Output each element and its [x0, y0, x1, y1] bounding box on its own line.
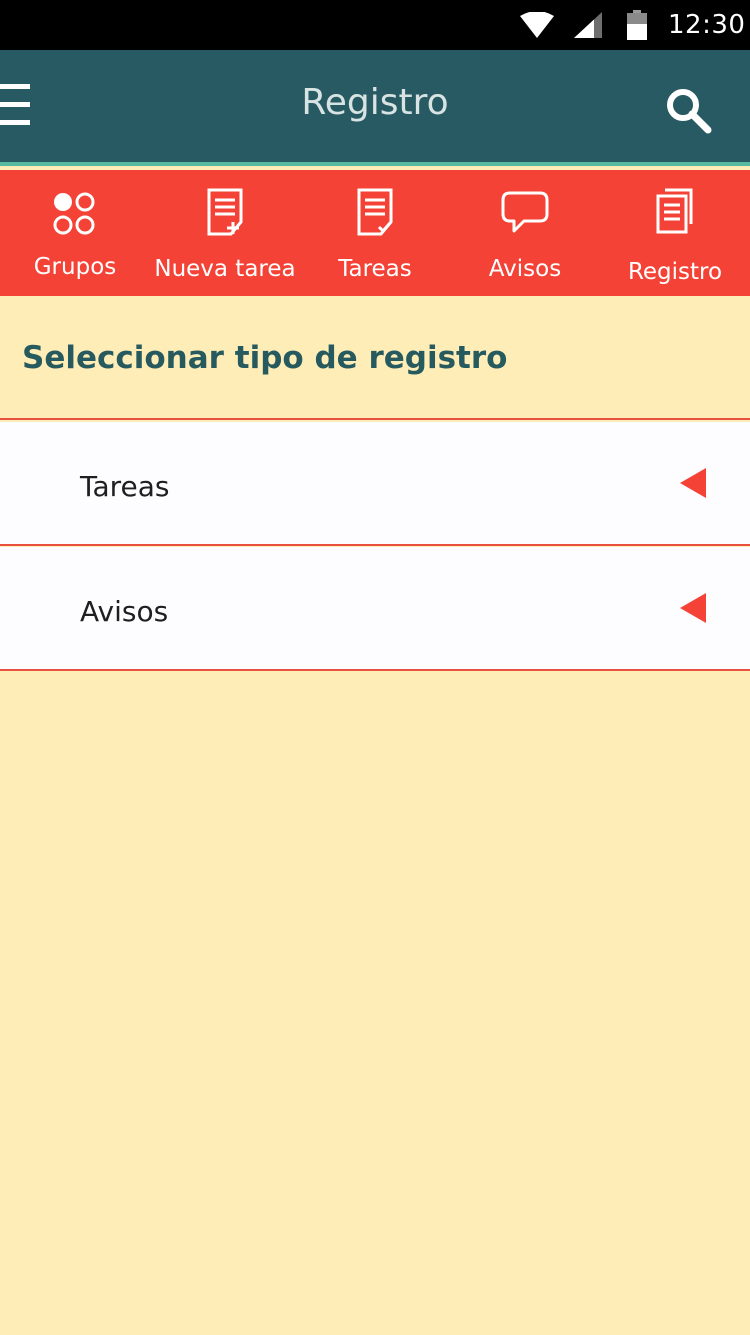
triangle-left-icon: [680, 593, 706, 623]
battery-icon: [627, 10, 647, 40]
groups-icon: [53, 192, 95, 235]
wifi-icon: [520, 12, 554, 38]
tab-label: Nueva tarea: [154, 256, 296, 282]
signal-icon: [574, 12, 602, 38]
tab-label: Grupos: [33, 254, 117, 280]
list-item-avisos[interactable]: Avisos: [0, 547, 750, 671]
chat-bubble-icon: [501, 191, 549, 233]
empty-content-area: [0, 671, 750, 1335]
tab-nueva-tarea[interactable]: Nueva tarea: [150, 170, 300, 296]
status-bar: 12:30: [0, 0, 750, 50]
new-task-icon: [207, 188, 243, 236]
tab-label: Tareas: [338, 256, 412, 282]
records-icon: [656, 188, 693, 234]
app-bar: Registro: [0, 50, 750, 166]
section-header: Seleccionar tipo de registro: [0, 296, 750, 420]
search-icon[interactable]: [664, 86, 714, 136]
page-title: Registro: [301, 82, 449, 123]
triangle-left-icon: [680, 468, 706, 498]
tab-grupos[interactable]: Grupos: [0, 170, 150, 296]
tab-bar: Grupos Nueva tarea Tareas Avisos Registr…: [0, 170, 750, 296]
tab-registro[interactable]: Registro: [600, 170, 750, 296]
tab-avisos[interactable]: Avisos: [450, 170, 600, 296]
list-item-label: Avisos: [80, 595, 169, 628]
status-time: 12:30: [668, 10, 746, 40]
tab-label: Avisos: [488, 256, 562, 282]
tasks-icon: [357, 188, 393, 236]
list-item-tareas[interactable]: Tareas: [0, 422, 750, 546]
section-title: Seleccionar tipo de registro: [22, 340, 508, 376]
tab-label: Registro: [627, 259, 723, 285]
tab-tareas[interactable]: Tareas: [300, 170, 450, 296]
list-item-label: Tareas: [80, 470, 170, 503]
